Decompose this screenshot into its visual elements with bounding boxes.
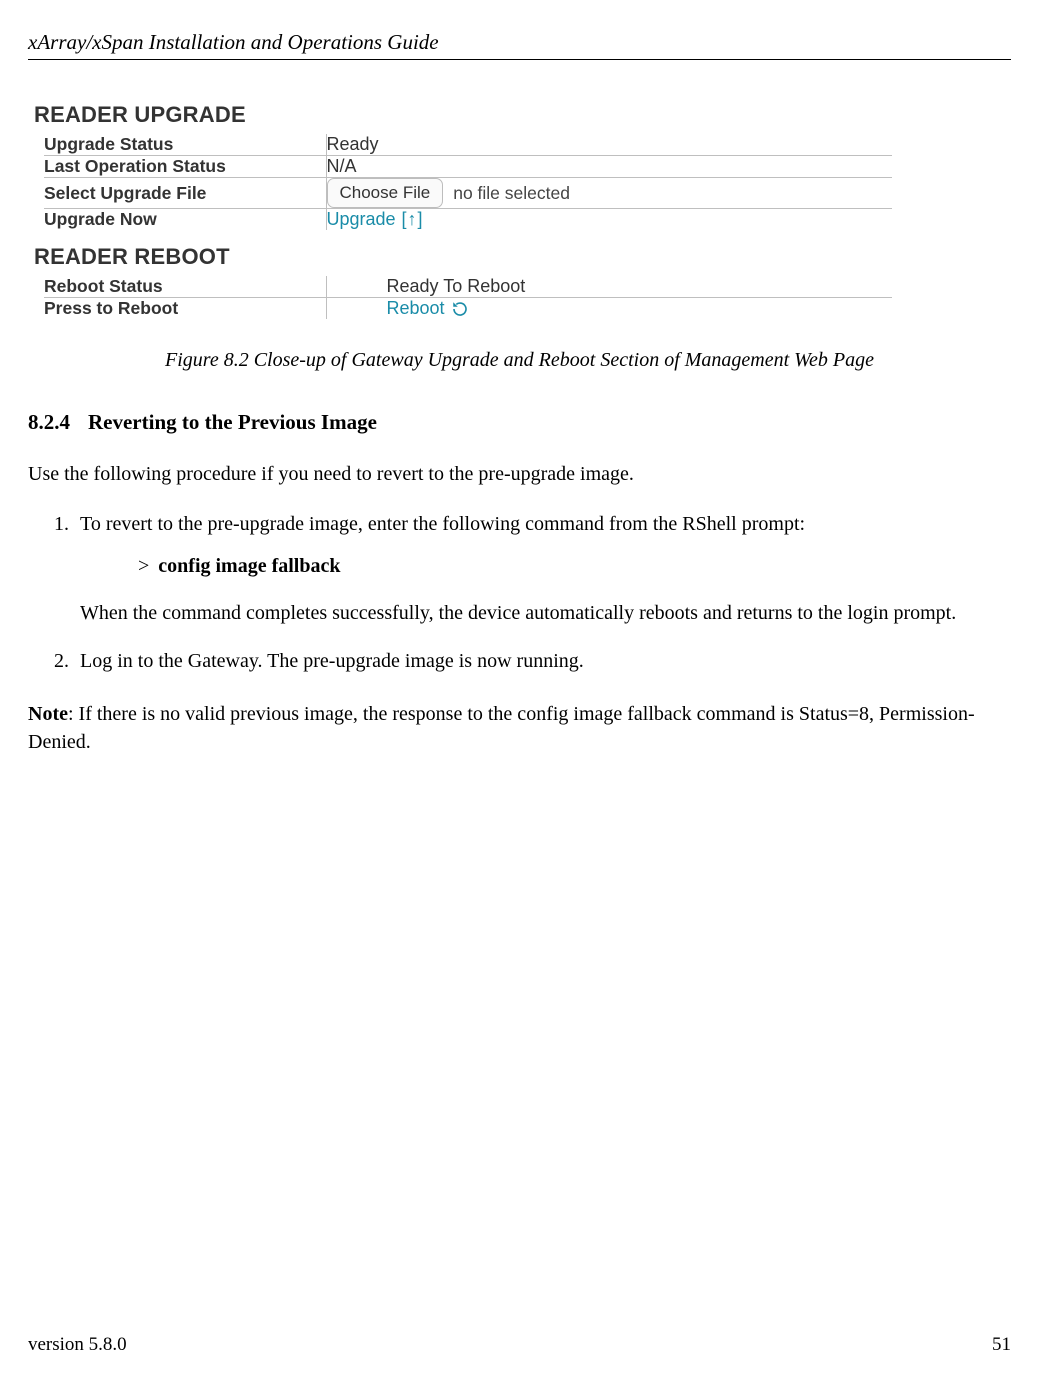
- upgrade-status-label: Upgrade Status: [44, 134, 326, 156]
- choose-file-button[interactable]: Choose File: [327, 178, 444, 208]
- management-ui-screenshot: READER UPGRADE Upgrade Status Ready Last…: [28, 102, 1011, 319]
- version-text: version 5.8.0: [28, 1334, 127, 1356]
- step-2: Log in to the Gateway. The pre-upgrade i…: [74, 647, 1011, 675]
- note-paragraph: Note: If there is no valid previous imag…: [28, 700, 1011, 756]
- command-text: config image fallback: [158, 555, 340, 577]
- last-operation-status-value: N/A: [326, 156, 892, 178]
- reader-upgrade-heading: READER UPGRADE: [34, 102, 1011, 128]
- reboot-status-value: Ready To Reboot: [326, 276, 892, 298]
- last-operation-status-label: Last Operation Status: [44, 156, 326, 178]
- reboot-link[interactable]: Reboot: [387, 298, 469, 319]
- note-text: : If there is no valid previous image, t…: [28, 703, 975, 753]
- note-label: Note: [28, 703, 68, 725]
- page-footer: version 5.8.0 51: [28, 1334, 1011, 1356]
- no-file-selected-text: no file selected: [453, 183, 570, 204]
- upgrade-status-value: Ready: [326, 134, 892, 156]
- select-upgrade-file-label: Select Upgrade File: [44, 178, 326, 209]
- subsection-title: Reverting to the Previous Image: [88, 410, 377, 435]
- press-to-reboot-label: Press to Reboot: [44, 298, 326, 320]
- upgrade-link[interactable]: Upgrade [↑]: [327, 209, 424, 230]
- step-1-lead: To revert to the pre-upgrade image, ente…: [80, 513, 805, 535]
- intro-paragraph: Use the following procedure if you need …: [28, 461, 1011, 488]
- step-1: To revert to the pre-upgrade image, ente…: [74, 510, 1011, 627]
- reboot-status-label: Reboot Status: [44, 276, 326, 298]
- upgrade-link-text: Upgrade: [327, 209, 396, 230]
- upload-arrow-icon: [↑]: [402, 209, 424, 230]
- step-1-tail: When the command completes successfully,…: [80, 602, 956, 624]
- reader-reboot-heading: READER REBOOT: [34, 244, 1011, 270]
- subsection-number: 8.2.4: [28, 410, 70, 435]
- page-number: 51: [992, 1334, 1011, 1356]
- reboot-table: Reboot Status Ready To Reboot Press to R…: [44, 276, 892, 319]
- prompt-symbol: >: [138, 555, 149, 577]
- procedure-list: To revert to the pre-upgrade image, ente…: [74, 510, 1011, 676]
- running-header: xArray/xSpan Installation and Operations…: [28, 30, 1011, 60]
- command-line: > config image fallback: [138, 552, 1011, 580]
- figure-caption: Figure 8.2 Close-up of Gateway Upgrade a…: [28, 349, 1011, 372]
- refresh-icon: [451, 300, 469, 318]
- upgrade-now-label: Upgrade Now: [44, 209, 326, 231]
- subsection-heading: 8.2.4 Reverting to the Previous Image: [28, 410, 1011, 435]
- reboot-link-text: Reboot: [387, 298, 445, 319]
- upgrade-table: Upgrade Status Ready Last Operation Stat…: [44, 134, 892, 230]
